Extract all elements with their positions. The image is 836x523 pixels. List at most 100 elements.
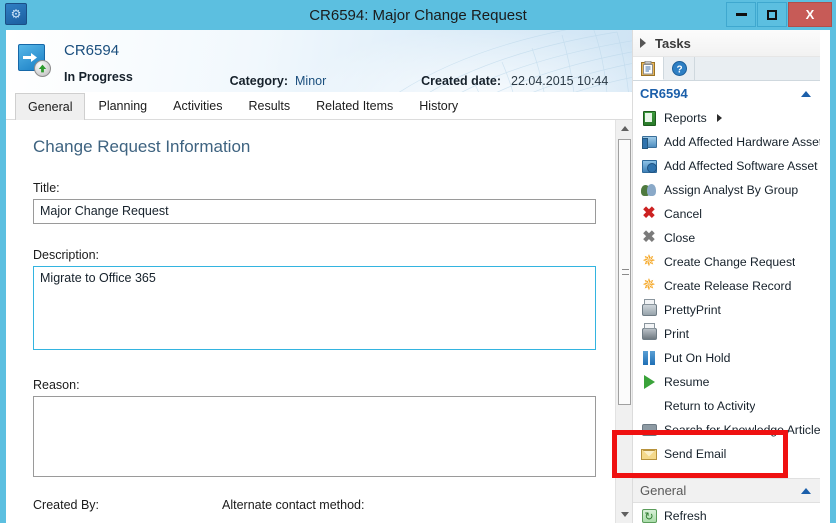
grey-x-icon: ✖ <box>642 229 656 246</box>
reason-input[interactable] <box>33 396 596 477</box>
task-item-print[interactable]: Print <box>633 322 820 346</box>
task-item-assign-analyst-by-group[interactable]: Assign Analyst By Group <box>633 178 820 202</box>
title-input[interactable]: Major Change Request <box>33 199 596 224</box>
task-item-search-for-knowledge-articles[interactable]: Search for Knowledge Articles <box>633 418 820 442</box>
grip-icon <box>622 269 629 275</box>
tab-related-items[interactable]: Related Items <box>303 92 406 119</box>
task-group-title: CR6594 <box>640 86 688 101</box>
task-item-label: Return to Activity <box>664 399 756 413</box>
people-icon <box>641 182 657 198</box>
no-icon <box>641 398 657 414</box>
star-icon: ✵ <box>642 277 656 294</box>
task-item-label: Create Release Record <box>664 279 792 293</box>
scroll-down-button[interactable] <box>616 506 632 523</box>
pause-icon <box>641 350 657 366</box>
scroll-up-button[interactable] <box>616 120 632 137</box>
tab-activities[interactable]: Activities <box>160 92 235 119</box>
pane-tab-strip: ? <box>633 57 820 81</box>
task-item-create-release-record[interactable]: ✵ Create Release Record <box>633 274 820 298</box>
form-vertical-scrollbar[interactable] <box>615 120 632 523</box>
task-item-cancel[interactable]: ✖ Cancel <box>633 202 820 226</box>
book-icon <box>641 110 657 126</box>
pane-tab-help[interactable]: ? <box>664 57 695 80</box>
task-item-label: Assign Analyst By Group <box>664 183 799 197</box>
description-input[interactable]: Migrate to Office 365 <box>33 266 596 350</box>
task-item-add-affected-software-asset[interactable]: Add Affected Software Asset <box>633 154 820 178</box>
form-pane: CR6594 In Progress Category: Minor Templ… <box>6 30 632 523</box>
title-field-label: Title: <box>33 181 60 195</box>
chevron-down-icon <box>620 512 629 517</box>
task-item-label: Add Affected Hardware Asset <box>664 135 820 149</box>
red-x-icon: ✖ <box>642 205 656 222</box>
task-list-cr6594: Reports Add Affected Hardware Asset Add … <box>633 106 820 466</box>
task-item-create-change-request[interactable]: ✵ Create Change Request <box>633 250 820 274</box>
window-body: CR6594 In Progress Category: Minor Templ… <box>6 30 830 523</box>
record-type-icon <box>18 44 52 78</box>
record-header: CR6594 In Progress Category: Minor Templ… <box>6 30 632 92</box>
refresh-icon: ↻ <box>641 508 657 523</box>
record-status: In Progress <box>64 70 133 84</box>
window-controls: X <box>726 2 832 27</box>
star-icon: ✵ <box>642 253 656 270</box>
minimize-button[interactable] <box>726 2 756 27</box>
form-scroll-region: Change Request Information Title: Major … <box>6 120 632 523</box>
scrollbar-thumb[interactable] <box>618 139 631 405</box>
task-group-title: General <box>640 483 687 498</box>
task-item-return-to-activity[interactable]: Return to Activity <box>633 394 820 418</box>
pane-tab-tasks[interactable] <box>633 57 664 80</box>
task-item-refresh[interactable]: ↻ Refresh <box>633 504 820 523</box>
window-right-edge <box>830 30 836 523</box>
task-item-label: PrettyPrint <box>664 303 721 317</box>
category-label: Category: <box>229 74 288 88</box>
task-group-header-cr6594[interactable]: CR6594 <box>633 81 820 106</box>
help-icon: ? <box>671 61 687 76</box>
task-item-label: Resume <box>664 375 710 389</box>
application-window: ⚙ CR6594: Major Change Request X CR6594 … <box>0 0 836 523</box>
created-by-label: Created By: <box>33 498 100 512</box>
tab-planning[interactable]: Planning <box>85 92 160 119</box>
form-content: Change Request Information Title: Major … <box>6 120 614 523</box>
software-icon <box>641 158 657 174</box>
svg-text:?: ? <box>676 64 682 75</box>
alternate-contact-label: Alternate contact method: <box>222 498 365 512</box>
mail-icon <box>641 446 657 462</box>
task-pane: Tasks ? CR6594 Reports Add Affected Hard… <box>632 30 820 523</box>
clipboard-icon <box>641 60 655 76</box>
task-item-add-affected-hardware-asset[interactable]: Add Affected Hardware Asset <box>633 130 820 154</box>
chevron-up-icon <box>620 126 629 131</box>
maximize-button[interactable] <box>757 2 787 27</box>
task-list-general: ↻ Refresh <box>633 504 820 523</box>
play-icon <box>641 374 657 390</box>
tab-results[interactable]: Results <box>235 92 303 119</box>
task-group-header-general[interactable]: General <box>633 478 820 503</box>
tasks-pane-title: Tasks <box>655 35 691 51</box>
tab-general[interactable]: General <box>15 93 86 120</box>
category-value: Minor <box>295 74 327 88</box>
task-item-prettyprint[interactable]: PrettyPrint <box>633 298 820 322</box>
task-item-resume[interactable]: Resume <box>633 370 820 394</box>
task-item-label: Reports <box>664 111 707 125</box>
monitor-icon <box>641 134 657 150</box>
close-button[interactable]: X <box>788 2 832 27</box>
task-item-close[interactable]: ✖ Close <box>633 226 820 250</box>
task-item-reports[interactable]: Reports <box>633 106 820 130</box>
created-date-label: Created date: <box>421 74 501 88</box>
arrow-right-icon <box>23 53 37 62</box>
printer-icon <box>641 302 657 318</box>
task-item-label: Send Email <box>664 447 727 461</box>
search-icon <box>641 422 657 438</box>
task-item-put-on-hold[interactable]: Put On Hold <box>633 346 820 370</box>
chevron-right-icon <box>640 38 646 48</box>
tab-history[interactable]: History <box>406 92 471 119</box>
submenu-arrow-icon <box>716 114 722 122</box>
record-id: CR6594 <box>64 42 120 59</box>
title-bar: ⚙ CR6594: Major Change Request X <box>0 0 836 30</box>
task-item-label: Close <box>664 231 696 245</box>
tasks-pane-header[interactable]: Tasks <box>633 30 820 57</box>
task-item-label: Refresh <box>664 509 707 523</box>
chevron-up-icon <box>801 487 811 494</box>
task-item-label: Cancel <box>664 207 702 221</box>
task-item-send-email[interactable]: Send Email <box>633 442 820 466</box>
window-title: CR6594: Major Change Request <box>309 6 527 24</box>
page-title: Change Request Information <box>33 137 251 156</box>
